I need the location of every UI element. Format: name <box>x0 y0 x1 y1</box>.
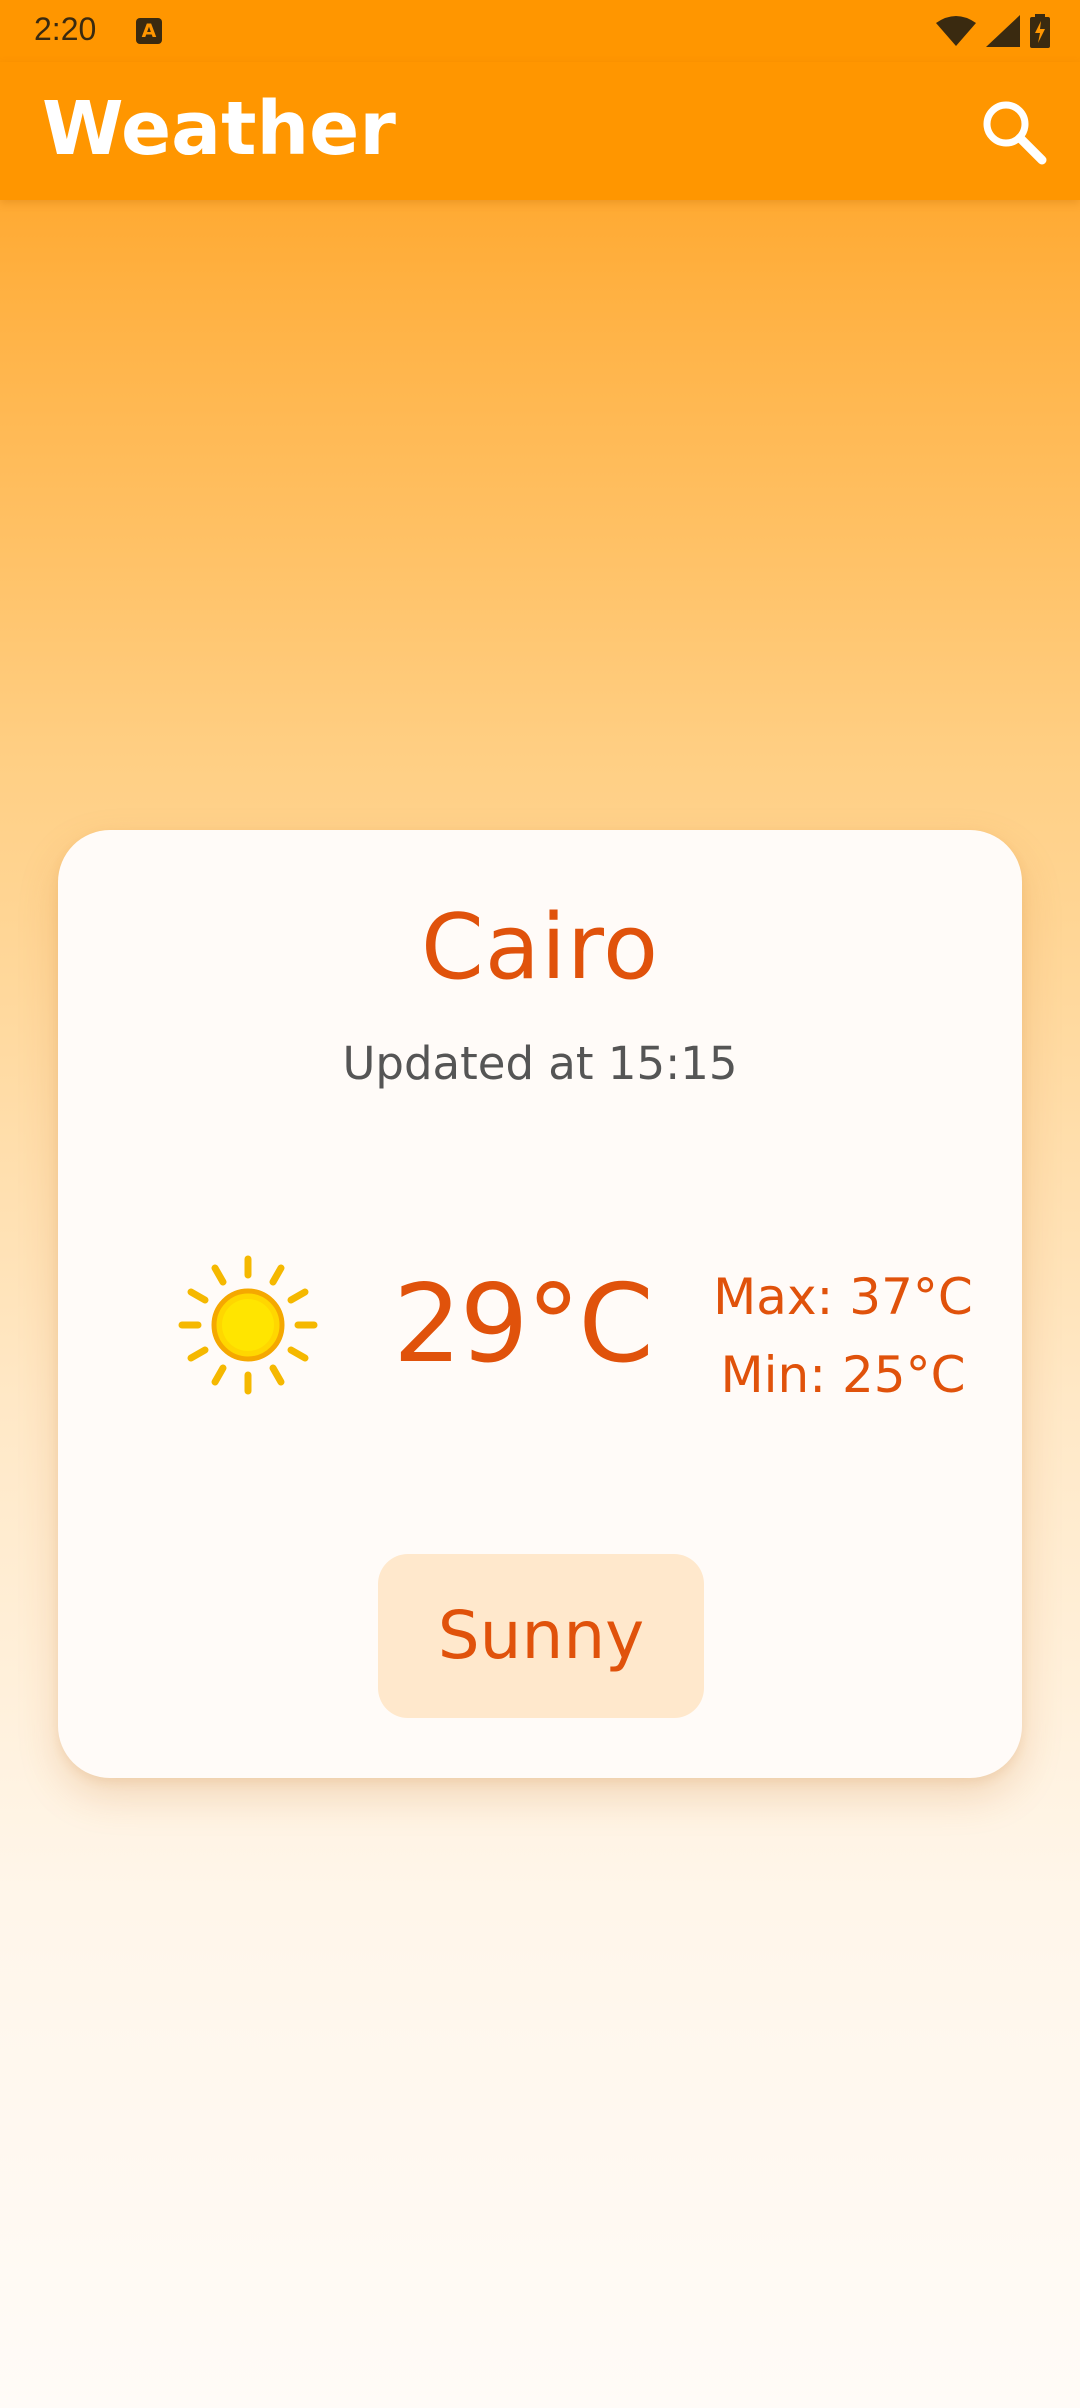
condition-chip: Sunny <box>378 1554 704 1718</box>
status-icons <box>936 12 1050 50</box>
min-temperature: Min: 25°C <box>720 1346 966 1404</box>
weather-card: Cairo Updated at 15:15 29°C Max: 37°C Mi… <box>58 830 1022 1778</box>
city-name: Cairo <box>420 895 660 1000</box>
app-bar: Weather <box>0 62 1080 200</box>
app-title: Weather <box>42 86 396 172</box>
signal-icon <box>986 15 1020 47</box>
sun-icon <box>178 1255 318 1395</box>
current-temperature: 29°C <box>393 1262 654 1387</box>
a-letter-icon: A <box>136 18 162 44</box>
search-icon <box>983 101 1047 165</box>
status-bar: 2:20 A <box>0 0 1080 62</box>
wifi-icon <box>936 16 976 46</box>
updated-time: Updated at 15:15 <box>342 1037 738 1090</box>
max-temperature: Max: 37°C <box>713 1268 973 1326</box>
temperature-range: Max: 37°C Min: 25°C <box>683 1258 1003 1414</box>
status-time: 2:20 <box>34 11 97 47</box>
battery-charging-icon <box>1030 14 1050 48</box>
search-button[interactable] <box>970 88 1056 174</box>
